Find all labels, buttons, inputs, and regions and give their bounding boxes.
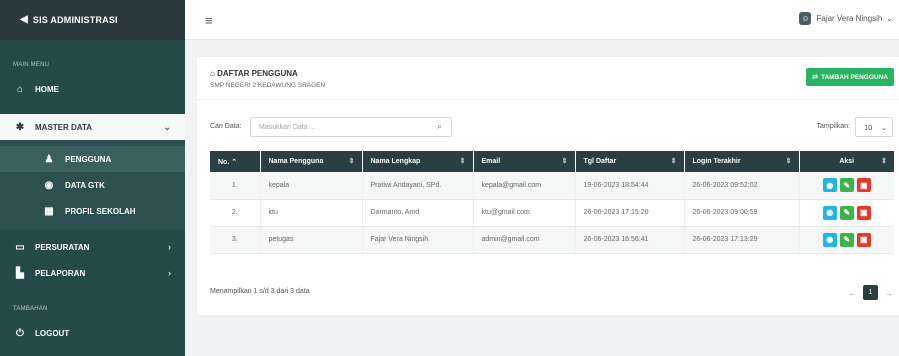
view-button[interactable]: ◉ — [822, 178, 837, 193]
sidebar-menu: MAIN MENU ⌂ HOME ✱ MASTER DATA ⌄ ♟ PENGG… — [0, 40, 185, 356]
user-name: Fajar Vera Ningsih — [816, 14, 883, 23]
edit-button[interactable]: ✎ — [839, 205, 854, 220]
search-label: Cari Data: — [210, 123, 242, 130]
row-actions: ◉ ✎ ▣ — [808, 232, 887, 247]
sidebar-item-label: HOME — [35, 84, 59, 94]
show-label: Tampilkan: — [816, 123, 850, 130]
sidebar-item-persuratan[interactable]: ▭ PERSURATAN › — [0, 234, 185, 260]
eye-icon: ◉ — [826, 208, 834, 217]
sidebar-item-label: PELAPORAN — [35, 268, 86, 278]
col-header-last-login[interactable]: Login Terakhir ⇕ — [684, 151, 800, 172]
sidebar-item-logout[interactable]: ⏻ LOGOUT — [0, 320, 185, 346]
mail-icon: ▭ — [15, 241, 25, 253]
user-menu[interactable]: ☺ Fajar Vera Ningsih ⌄ — [799, 12, 893, 25]
eye-icon: ◉ — [826, 235, 834, 244]
sidebar-item-home[interactable]: ⌂ HOME — [0, 76, 185, 102]
report-icon: ▙ — [16, 267, 24, 279]
users-table: No. ⌃ Nama Pengguna ⇕ Nama Lengkap ⇕ Email… — [210, 151, 894, 254]
page-button-current[interactable]: 1 — [863, 285, 878, 300]
building-icon: ▦ — [44, 205, 54, 217]
sort-icon: ⇕ — [670, 158, 677, 165]
edit-icon: ✎ — [843, 180, 851, 190]
sort-asc-icon: ⌃ — [231, 158, 238, 166]
table-row: 3. petugas Fajar Vera Ningsih admin@gmai… — [210, 226, 894, 254]
trash-icon: ▣ — [859, 208, 868, 217]
page-size-select[interactable]: 10 ⌄ — [855, 117, 893, 137]
sidebar: ◀ SIS ADMINISTRASI MAIN MENU ⌂ HOME ✱ MA… — [0, 0, 185, 356]
sidebar-item-label: DATA GTK — [65, 180, 105, 190]
sort-icon: ⇕ — [459, 158, 466, 165]
sidebar-item-label: LOGOUT — [35, 328, 70, 338]
page-title: ⌂ DAFTAR PENGGUNA — [210, 69, 298, 78]
delete-button[interactable]: ▣ — [856, 178, 871, 193]
table-filter: Cari Data: Masukkan Data ... ⌕ Tampilkan… — [210, 117, 893, 137]
submenu-master-data: ♟ PENGGUNA ◉ DATA GTK ▦ PROFIL SEKOLAH — [0, 140, 185, 230]
eye-icon: ◉ — [826, 180, 834, 190]
chevron-right-icon: › — [168, 242, 171, 252]
prev-page-icon[interactable]: ← — [848, 288, 857, 298]
sort-icon: ⇕ — [881, 158, 887, 165]
delete-button[interactable]: ▣ — [856, 205, 871, 220]
sidebar-item-data-gtk[interactable]: ◉ DATA GTK — [0, 172, 185, 198]
col-header-no[interactable]: No. ⌃ — [210, 151, 261, 172]
col-header-registered[interactable]: Tgl Daftar ⇕ — [575, 151, 685, 172]
sidebar-item-label: PERSURATAN — [35, 242, 90, 252]
shuffle-icon: ⇄ — [812, 74, 818, 81]
sidebar-item-label: PROFIL SEKOLAH — [65, 206, 136, 216]
row-actions: ◉ ✎ ▣ — [808, 205, 887, 220]
col-header-username[interactable]: Nama Pengguna ⇕ — [260, 151, 363, 172]
sidebar-item-label: PENGGUNA — [65, 154, 112, 164]
avatar: ☺ — [799, 12, 812, 25]
table-header-row: No. ⌃ Nama Pengguna ⇕ Nama Lengkap ⇕ Email… — [210, 151, 894, 172]
gear-icon: ✱ — [15, 121, 25, 133]
chevron-down-icon: ⌄ — [880, 122, 887, 132]
table-info: Menampilkan 1 s/d 3 dari 3 data — [210, 288, 310, 295]
sidebar-item-master-data[interactable]: ✱ MASTER DATA ⌄ — [0, 114, 185, 140]
chevron-down-icon: ⌄ — [163, 121, 171, 132]
sidebar-item-pelaporan[interactable]: ▙ PELAPORAN › — [0, 260, 185, 286]
trash-icon: ▣ — [859, 180, 868, 190]
page-subtitle: SMP NEGERI 2 KEDAWUNG SRAGEN — [210, 82, 326, 89]
table-row: 1. kepala Pratiwi Andayani, SPd. kepala@… — [210, 172, 894, 200]
sort-icon: ⇕ — [348, 158, 355, 165]
card-header: ⌂ DAFTAR PENGGUNA SMP NEGERI 2 KEDAWUNG … — [197, 57, 899, 100]
col-header-fullname[interactable]: Nama Lengkap ⇕ — [362, 151, 474, 172]
sidebar-item-pengguna[interactable]: ♟ PENGGUNA — [0, 146, 185, 172]
menu-toggle-icon[interactable]: ≡ — [205, 13, 213, 28]
home-icon: ⌂ — [16, 83, 24, 95]
brand-title: SIS ADMINISTRASI — [32, 14, 118, 25]
col-header-actions[interactable]: Aksi ⇕ — [799, 151, 894, 172]
search-input[interactable]: Masukkan Data ... — [250, 117, 452, 137]
power-icon: ⏻ — [16, 327, 24, 339]
table-row: 2. ktu Darmanto, Amd ktu@gmail.com 26-06… — [210, 199, 894, 227]
back-arrow-icon: ◀ — [20, 14, 28, 25]
next-page-icon[interactable]: → — [884, 288, 893, 298]
sort-icon: ⇕ — [561, 158, 568, 165]
sidebar-item-profil-sekolah[interactable]: ▦ PROFIL SEKOLAH — [0, 198, 185, 224]
edit-button[interactable]: ✎ — [839, 232, 854, 247]
view-button[interactable]: ◉ — [822, 205, 837, 220]
delete-button[interactable]: ▣ — [856, 232, 871, 247]
chevron-down-icon: ⌄ — [886, 14, 893, 23]
search-icon: ⌕ — [437, 121, 443, 131]
topbar: ≡ ☺ Fajar Vera Ningsih ⌄ — [185, 0, 899, 40]
edit-button[interactable]: ✎ — [839, 178, 854, 193]
edit-icon: ✎ — [843, 235, 851, 244]
trash-icon: ▣ — [859, 235, 868, 244]
pagination: ← 1 → — [848, 285, 893, 300]
sort-icon: ⇕ — [785, 158, 792, 165]
users-card: ⌂ DAFTAR PENGGUNA SMP NEGERI 2 KEDAWUNG … — [197, 57, 899, 315]
col-header-email[interactable]: Email ⇕ — [473, 151, 576, 172]
add-user-button[interactable]: ⇄ TAMBAH PENGGUNA — [806, 68, 894, 86]
home-icon: ⌂ — [210, 69, 215, 78]
edit-icon: ✎ — [843, 208, 851, 217]
sidebar-item-label: MASTER DATA — [35, 122, 93, 132]
user-icon: ♟ — [44, 153, 54, 165]
view-button[interactable]: ◉ — [822, 232, 837, 247]
chevron-right-icon: › — [168, 268, 171, 278]
row-actions: ◉ ✎ ▣ — [808, 178, 887, 193]
brand[interactable]: ◀ SIS ADMINISTRASI — [0, 0, 185, 40]
users-icon: ◉ — [44, 179, 54, 191]
